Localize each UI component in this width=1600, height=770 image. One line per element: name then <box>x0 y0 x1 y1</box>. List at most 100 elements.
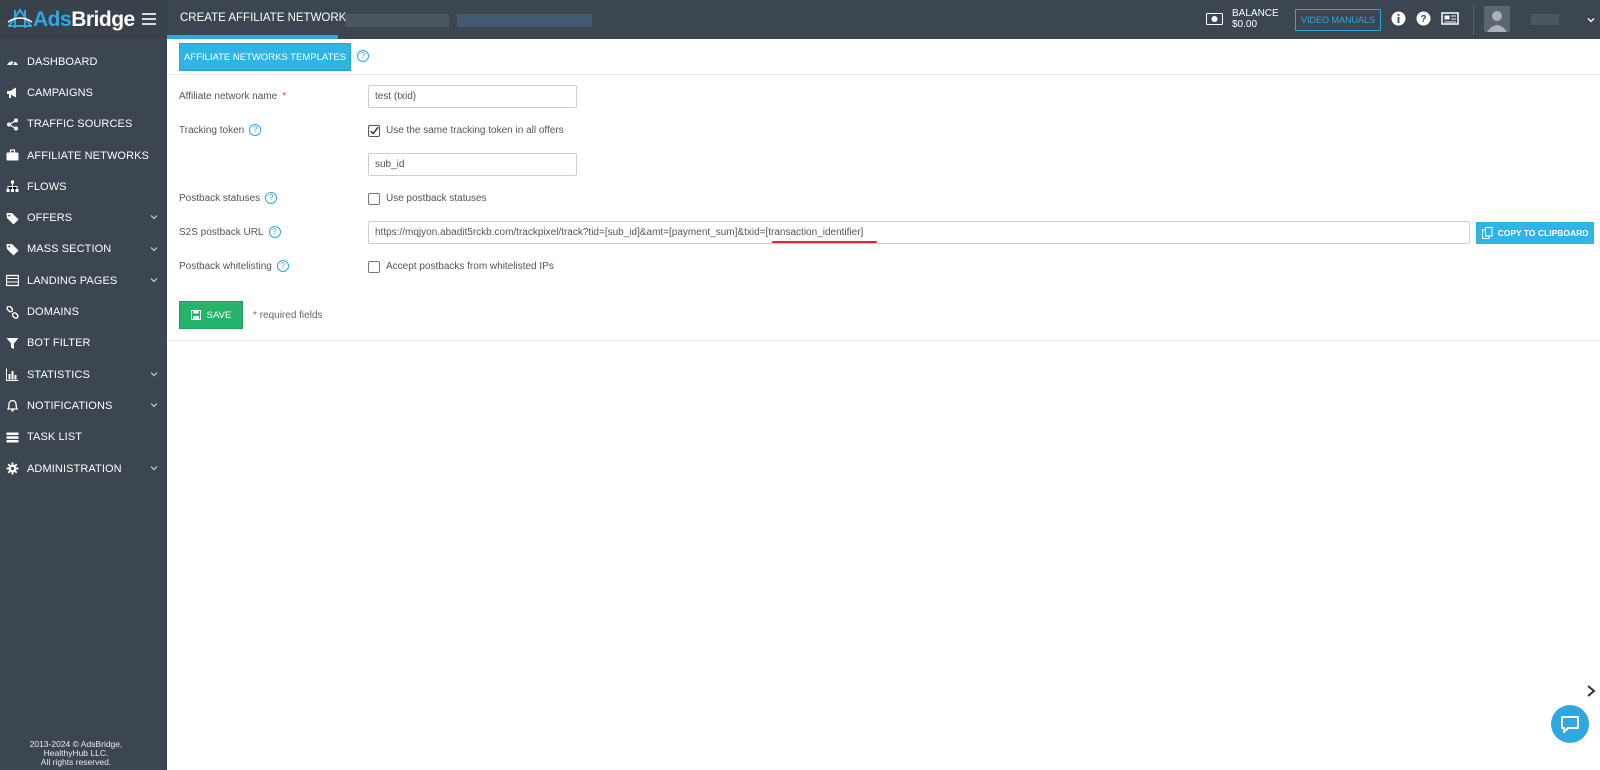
bridge-logo-icon <box>7 8 33 28</box>
balance-label: BALANCE <box>1232 8 1279 19</box>
help-icon[interactable]: ? <box>249 124 262 136</box>
info-icon[interactable] <box>1391 11 1406 26</box>
postback-statuses-label: Postback statuses? <box>179 192 278 204</box>
sidebar-item-dashboard[interactable]: DASHBOARD <box>0 46 167 77</box>
sidebar-item-notifications[interactable]: NOTIFICATIONS <box>0 390 167 421</box>
sidebar-item-offers[interactable]: OFFERS <box>0 202 167 233</box>
chat-button[interactable] <box>1551 705 1589 743</box>
chevron-down-icon[interactable] <box>150 213 158 221</box>
news-icon[interactable] <box>1441 11 1459 26</box>
network-name-input[interactable]: test (txid) <box>368 85 577 108</box>
use-postback-statuses-label: Use postback statuses <box>386 193 487 204</box>
sidebar-item-flows[interactable]: FLOWS <box>0 171 167 202</box>
same-token-label: Use the same tracking token in all offer… <box>386 125 564 136</box>
chevron-down-icon[interactable] <box>150 464 158 472</box>
sidebar-item-task-list[interactable]: TASK LIST <box>0 422 167 453</box>
megaphone-icon <box>6 86 19 99</box>
divider <box>1473 4 1474 35</box>
sidebar-item-statistics[interactable]: STATISTICS <box>0 359 167 390</box>
copy-to-clipboard-button[interactable]: COPY TO CLIPBOARD <box>1476 222 1594 244</box>
tasks-icon <box>6 431 19 444</box>
divider <box>167 74 1600 75</box>
menu-toggle-icon[interactable] <box>142 13 156 25</box>
same-token-checkbox[interactable] <box>368 125 380 137</box>
help-icon[interactable]: ? <box>357 50 369 62</box>
sidebar: AdsBridge DASHBOARD CAMPAIGNS TRAFFIC SOUR… <box>0 0 167 770</box>
avatar-icon[interactable] <box>1484 6 1510 32</box>
divider <box>167 340 1600 341</box>
main-content: AFFILIATE NETWORKS TEMPLATES ? Affiliate… <box>167 39 1600 770</box>
tags-icon <box>6 243 19 256</box>
check-icon <box>370 126 379 135</box>
topbar: CREATE AFFILIATE NETWORK BALANCE $0.00 V… <box>167 0 1600 39</box>
accept-whitelisted-checkbox[interactable] <box>368 261 380 273</box>
sidebar-item-administration[interactable]: ADMINISTRATION <box>0 453 167 484</box>
postback-whitelisting-label: Postback whitelisting? <box>179 260 289 272</box>
sidebar-item-affiliate-networks[interactable]: AFFILIATE NETWORKS <box>0 140 167 171</box>
chevron-down-icon[interactable] <box>150 401 158 409</box>
chevron-down-icon[interactable] <box>150 370 158 378</box>
sidebar-item-label: AFFILIATE NETWORKS <box>27 149 149 162</box>
sidebar-item-label: BOT FILTER <box>27 337 91 350</box>
chevron-right-icon[interactable] <box>1585 684 1597 698</box>
sidebar-item-bot-filter[interactable]: BOT FILTER <box>0 328 167 359</box>
s2s-postback-url-input[interactable]: https://mqjyon.abadit5rckb.com/trackpixe… <box>368 221 1470 244</box>
sidebar-item-domains[interactable]: DOMAINS <box>0 296 167 327</box>
gear-icon <box>6 462 19 475</box>
sidebar-nav: DASHBOARD CAMPAIGNS TRAFFIC SOURCES AFFILIA… <box>0 46 167 484</box>
redacted-username[interactable] <box>1531 14 1559 25</box>
sidebar-item-label: NOTIFICATIONS <box>27 399 113 412</box>
sidebar-item-label: FLOWS <box>27 180 67 193</box>
sidebar-item-label: DASHBOARD <box>27 55 98 68</box>
sidebar-item-landing-pages[interactable]: LANDING PAGES <box>0 265 167 296</box>
sidebar-item-label: LANDING PAGES <box>27 274 118 287</box>
required-fields-note: * required fields <box>253 310 323 321</box>
balance-value: $0.00 <box>1232 19 1258 30</box>
chat-bubble-icon <box>1561 716 1579 733</box>
logo[interactable]: AdsBridge <box>0 0 167 39</box>
help-icon[interactable]: ? <box>1416 11 1431 26</box>
accept-whitelisted-label: Accept postbacks from whitelisted IPs <box>386 261 554 272</box>
s2s-url-txid-parameter: [transaction_identifier] <box>765 227 864 238</box>
briefcase-icon <box>6 149 19 162</box>
brand-name: AdsBridge <box>33 8 135 31</box>
tag-icon <box>6 212 19 225</box>
sidebar-item-campaigns[interactable]: CAMPAIGNS <box>0 77 167 108</box>
svg-text:?: ? <box>1420 14 1426 25</box>
highlight-underline <box>772 241 877 243</box>
sidebar-item-label: OFFERS <box>27 212 73 225</box>
help-icon[interactable]: ? <box>268 226 281 238</box>
sidebar-item-label: ADMINISTRATION <box>27 462 122 475</box>
page-title: CREATE AFFILIATE NETWORK <box>180 12 347 24</box>
filter-icon <box>6 337 19 350</box>
sidebar-item-mass-section[interactable]: MASS SECTION <box>0 234 167 265</box>
tracking-token-label: Tracking token? <box>179 124 262 136</box>
help-icon[interactable]: ? <box>276 260 289 272</box>
copyright: 2013-2024 © AdsBridge, HealthyHub LLC. A… <box>29 739 123 767</box>
bell-icon <box>6 399 19 413</box>
chevron-down-icon[interactable] <box>1587 16 1595 24</box>
affiliate-networks-templates-button[interactable]: AFFILIATE NETWORKS TEMPLATES <box>179 43 351 71</box>
sidebar-item-traffic-sources[interactable]: TRAFFIC SOURCES <box>0 109 167 140</box>
share-icon <box>6 118 19 131</box>
sidebar-item-label: DOMAINS <box>27 306 80 319</box>
s2s-postback-url-label: S2S postback URL? <box>179 226 281 238</box>
sitemap-icon <box>6 180 19 193</box>
use-postback-statuses-checkbox[interactable] <box>368 193 380 205</box>
sidebar-item-label: CAMPAIGNS <box>27 86 94 99</box>
network-name-label: Affiliate network name * <box>179 91 287 102</box>
chevron-down-icon[interactable] <box>150 245 158 253</box>
chevron-down-icon[interactable] <box>150 276 158 284</box>
link-icon <box>6 305 19 319</box>
s2s-url-prefix: https://mqjyon.abadit5rckb.com/trackpixe… <box>375 227 766 238</box>
dashboard-icon <box>6 55 19 68</box>
help-icon[interactable]: ? <box>265 192 278 204</box>
list-icon <box>6 274 19 287</box>
video-manuals-button[interactable]: VIDEO MANUALS <box>1295 9 1381 31</box>
redacted-breadcrumb <box>345 14 449 27</box>
tracking-token-input[interactable]: sub_id <box>368 153 577 176</box>
save-button[interactable]: SAVE <box>179 301 243 329</box>
save-label: SAVE <box>206 309 232 321</box>
sidebar-item-label: TRAFFIC SOURCES <box>27 118 133 131</box>
sidebar-item-label: MASS SECTION <box>27 243 112 256</box>
